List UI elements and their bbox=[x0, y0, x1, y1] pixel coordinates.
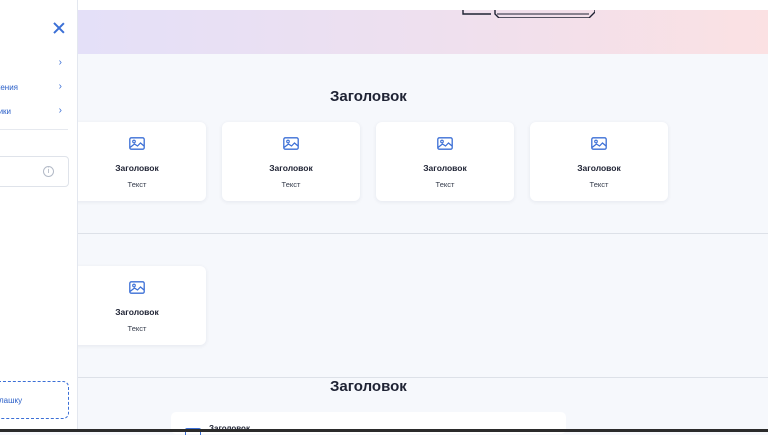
section-title: Заголовок bbox=[330, 88, 407, 105]
section-title: Заголовок bbox=[330, 378, 407, 395]
menu-item-1[interactable]: › bbox=[0, 57, 68, 71]
card-title: Заголовок bbox=[577, 163, 621, 173]
image-icon bbox=[129, 137, 145, 150]
chevron-right-icon: › bbox=[58, 105, 62, 116]
add-block-button[interactable]: лашку bbox=[0, 381, 69, 419]
chevron-right-icon: › bbox=[58, 57, 62, 68]
card[interactable]: Заголовок Текст bbox=[68, 266, 206, 345]
input-field[interactable]: i bbox=[0, 156, 69, 187]
chevron-right-icon: › bbox=[58, 81, 62, 92]
menu-item-3[interactable]: ики › bbox=[0, 105, 68, 119]
image-icon bbox=[129, 281, 145, 294]
side-panel: › жения › ики › i лашку bbox=[0, 0, 78, 432]
image-icon bbox=[283, 137, 299, 150]
info-icon[interactable]: i bbox=[43, 166, 54, 177]
divider bbox=[0, 129, 68, 130]
menu-item-label: ики bbox=[0, 107, 11, 116]
card-text: Текст bbox=[589, 180, 609, 189]
top-edge bbox=[0, 0, 768, 10]
card[interactable]: Заголовок Текст bbox=[222, 122, 360, 201]
card[interactable]: Заголовок Текст bbox=[68, 122, 206, 201]
menu-item-label: жения bbox=[0, 83, 18, 92]
card-text: Текст bbox=[281, 180, 301, 189]
section-divider bbox=[77, 377, 768, 378]
add-block-label: лашку bbox=[0, 396, 23, 405]
menu-item-2[interactable]: жения › bbox=[0, 81, 68, 95]
image-icon bbox=[591, 137, 607, 150]
card-text: Текст bbox=[435, 180, 455, 189]
card-text: Текст bbox=[127, 324, 147, 333]
card-title: Заголовок bbox=[115, 163, 159, 173]
card[interactable]: Заголовок Текст bbox=[530, 122, 668, 201]
card-title: Заголовок bbox=[269, 163, 313, 173]
image-icon bbox=[437, 137, 453, 150]
close-icon[interactable] bbox=[52, 21, 66, 35]
card-text: Текст bbox=[127, 180, 147, 189]
card[interactable]: Заголовок Текст bbox=[376, 122, 514, 201]
section-divider bbox=[77, 233, 768, 234]
card-title: Заголовок bbox=[115, 307, 159, 317]
card-title: Заголовок bbox=[423, 163, 467, 173]
